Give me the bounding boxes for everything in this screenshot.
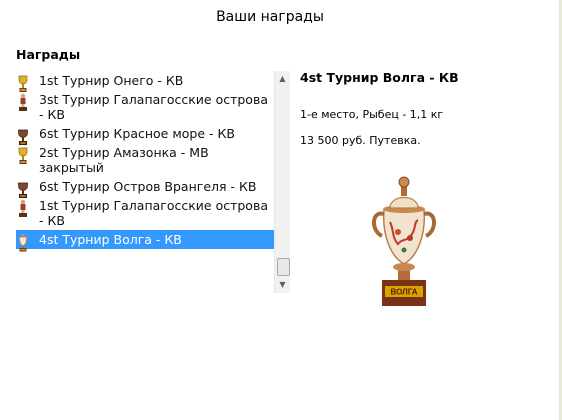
trophy-image: ВОЛГА <box>372 176 436 306</box>
awards-list[interactable]: 1st Турнир Онего - КВ 3st Турнир Галапаго… <box>16 71 290 293</box>
scroll-thumb[interactable] <box>277 258 290 276</box>
award-list-item-label: 1st Турнир Галапагосские острова - КВ <box>39 198 268 228</box>
award-list-item-label: 6st Турнир Красное море - КВ <box>39 126 235 141</box>
award-detail-place: 1-е место, Рыбец - 1,1 кг <box>300 108 444 121</box>
awards-section-label: Награды <box>16 47 81 62</box>
award-list-item[interactable]: 6st Турнир Красное море - КВ <box>16 124 274 145</box>
trophy-gold-icon <box>16 146 30 165</box>
scroll-up-arrow-icon[interactable]: ▲ <box>275 71 290 87</box>
award-list-item-label: 6st Турнир Остров Врангеля - КВ <box>39 179 257 194</box>
trophy-right-handle <box>423 211 436 238</box>
trophy-figurine-icon <box>16 199 30 218</box>
award-list-item-label: 2st Турнир Амазонка - МВ закрытый <box>39 145 209 175</box>
trophy-finial <box>398 176 410 188</box>
award-list-item-label: 3st Турнир Галапагосские острова - КВ <box>39 92 268 122</box>
trophy-cup <box>382 209 426 265</box>
page-title: Ваши награды <box>216 9 324 25</box>
scroll-down-arrow-icon[interactable]: ▼ <box>275 277 290 293</box>
award-list-item[interactable]: 3st Турнир Галапагосские острова - КВ <box>16 90 274 124</box>
award-list-item[interactable]: 1st Турнир Онего - КВ <box>16 71 274 92</box>
trophy-figurine-icon <box>16 93 30 112</box>
trophy-plaque-text: ВОЛГА <box>390 288 417 297</box>
awards-scrollbar[interactable]: ▲ ▼ <box>274 71 290 293</box>
award-list-item[interactable]: 4st Турнир Волга - КВ <box>16 230 274 252</box>
award-detail-prize: 13 500 руб. Путевка. <box>300 134 421 147</box>
awards-list-items: 1st Турнир Онего - КВ 3st Турнир Галапаго… <box>16 71 274 252</box>
award-list-item-label: 1st Турнир Онего - КВ <box>39 73 184 88</box>
award-list-item[interactable]: 6st Турнир Остров Врангеля - КВ <box>16 177 274 198</box>
award-list-item[interactable]: 1st Турнир Галапагосские острова - КВ <box>16 196 274 230</box>
award-detail-title: 4st Турнир Волга - КВ <box>300 70 459 85</box>
trophy-cup-icon <box>16 233 30 252</box>
award-list-item[interactable]: 2st Турнир Амазонка - МВ закрытый <box>16 143 274 177</box>
trophy-lid <box>389 196 419 209</box>
award-list-item-label: 4st Турнир Волга - КВ <box>39 232 182 247</box>
trophy-left-handle <box>372 211 385 238</box>
